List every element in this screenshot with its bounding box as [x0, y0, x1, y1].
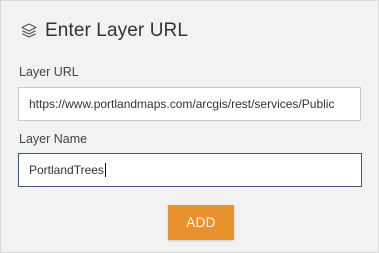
layer-url-input[interactable]: https://www.portlandmaps.com/arcgis/rest… — [18, 87, 361, 121]
add-button[interactable]: ADD — [168, 205, 234, 240]
layer-url-label: Layer URL — [19, 65, 79, 79]
layer-url-value: https://www.portlandmaps.com/arcgis/rest… — [29, 97, 335, 111]
layer-name-value: PortlandTrees — [29, 163, 104, 177]
text-caret — [104, 162, 106, 177]
layers-icon — [19, 21, 39, 41]
layer-name-input[interactable]: PortlandTrees — [18, 153, 362, 187]
panel-header: Enter Layer URL — [19, 20, 188, 42]
layer-name-label: Layer Name — [19, 132, 88, 146]
panel-title: Enter Layer URL — [45, 20, 189, 41]
add-layer-panel: Enter Layer URL Layer URL https://www.po… — [0, 0, 379, 253]
